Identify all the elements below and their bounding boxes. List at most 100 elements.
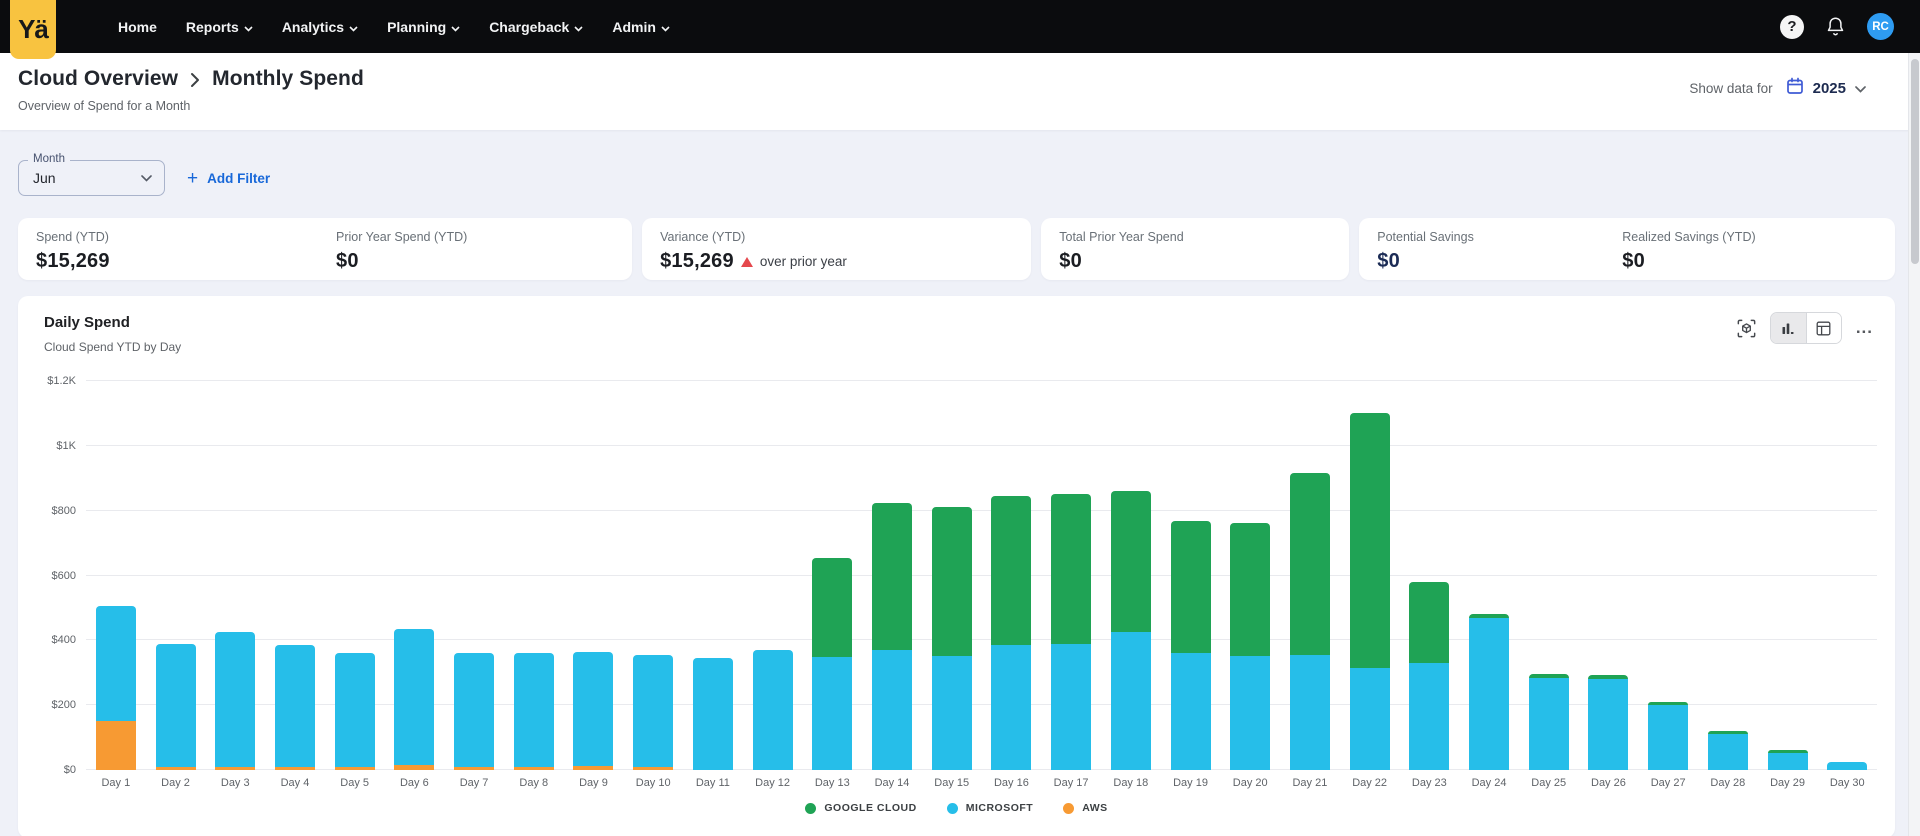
- bar-day-30[interactable]: [1827, 762, 1867, 770]
- bar-day-16[interactable]: [991, 496, 1031, 770]
- bar-day-1[interactable]: [96, 606, 136, 770]
- year-picker[interactable]: Show data for 2025: [1689, 77, 1866, 100]
- bar-day-6[interactable]: [394, 629, 434, 770]
- bar-segment-microsoft[interactable]: [1768, 753, 1808, 770]
- bar-day-24[interactable]: [1469, 614, 1509, 770]
- bar-segment-microsoft[interactable]: [1290, 655, 1330, 770]
- bar-segment-google-cloud[interactable]: [812, 558, 852, 657]
- bar-segment-microsoft[interactable]: [514, 653, 554, 767]
- bar-segment-microsoft[interactable]: [335, 653, 375, 767]
- notifications-bell-icon[interactable]: [1826, 16, 1845, 37]
- kpi-value-link[interactable]: $0: [1377, 250, 1622, 273]
- bar-segment-google-cloud[interactable]: [1171, 521, 1211, 653]
- bar-segment-microsoft[interactable]: [1469, 618, 1509, 770]
- bar-segment-aws[interactable]: [394, 765, 434, 770]
- month-select[interactable]: Month Jun: [18, 160, 165, 196]
- bar-segment-aws[interactable]: [156, 767, 196, 770]
- nav-item-reports[interactable]: Reports: [186, 19, 253, 35]
- bar-segment-microsoft[interactable]: [1529, 678, 1569, 770]
- bar-day-25[interactable]: [1529, 674, 1569, 770]
- nav-item-analytics[interactable]: Analytics: [282, 19, 358, 35]
- bar-segment-aws[interactable]: [454, 767, 494, 770]
- bar-segment-microsoft[interactable]: [991, 645, 1031, 770]
- page-scrollbar[interactable]: [1908, 53, 1920, 836]
- bar-day-22[interactable]: [1350, 413, 1390, 770]
- bar-day-10[interactable]: [633, 655, 673, 770]
- bar-segment-microsoft[interactable]: [1171, 653, 1211, 770]
- bar-segment-google-cloud[interactable]: [1290, 473, 1330, 655]
- bar-day-4[interactable]: [275, 645, 315, 770]
- bar-segment-google-cloud[interactable]: [932, 507, 972, 655]
- bar-segment-microsoft[interactable]: [872, 650, 912, 770]
- add-filter-button[interactable]: + Add Filter: [187, 169, 270, 188]
- bar-day-11[interactable]: [693, 658, 733, 770]
- bar-segment-aws[interactable]: [215, 767, 255, 770]
- bar-segment-microsoft[interactable]: [454, 653, 494, 767]
- bar-day-7[interactable]: [454, 653, 494, 770]
- bar-segment-microsoft[interactable]: [1051, 644, 1091, 770]
- bar-segment-microsoft[interactable]: [753, 650, 793, 770]
- bar-segment-microsoft[interactable]: [156, 644, 196, 767]
- bar-day-21[interactable]: [1290, 473, 1330, 770]
- bar-segment-aws[interactable]: [573, 766, 613, 770]
- bar-segment-aws[interactable]: [633, 767, 673, 770]
- bar-segment-google-cloud[interactable]: [1051, 494, 1091, 644]
- bar-segment-microsoft[interactable]: [693, 658, 733, 770]
- more-options-icon[interactable]: ...: [1856, 318, 1873, 338]
- bar-chart-view-button[interactable]: [1771, 313, 1806, 343]
- bar-day-3[interactable]: [215, 632, 255, 770]
- page-scrollbar-thumb[interactable]: [1911, 59, 1919, 264]
- bar-day-15[interactable]: [932, 507, 972, 770]
- bar-day-23[interactable]: [1409, 582, 1449, 770]
- table-view-button[interactable]: [1806, 313, 1841, 343]
- bar-segment-microsoft[interactable]: [1230, 656, 1270, 770]
- user-avatar[interactable]: RC: [1867, 13, 1894, 40]
- bar-segment-google-cloud[interactable]: [1409, 582, 1449, 663]
- bar-segment-aws[interactable]: [275, 767, 315, 770]
- app-logo[interactable]: Yä: [10, 0, 56, 59]
- bar-segment-microsoft[interactable]: [1350, 668, 1390, 770]
- bar-segment-microsoft[interactable]: [275, 645, 315, 767]
- bar-day-26[interactable]: [1588, 675, 1628, 770]
- bar-segment-microsoft[interactable]: [96, 606, 136, 721]
- bar-segment-google-cloud[interactable]: [991, 496, 1031, 645]
- bar-segment-aws[interactable]: [335, 767, 375, 770]
- help-icon[interactable]: ?: [1780, 15, 1804, 39]
- bar-day-13[interactable]: [812, 558, 852, 770]
- nav-item-chargeback[interactable]: Chargeback: [489, 19, 583, 35]
- bar-segment-google-cloud[interactable]: [1111, 491, 1151, 632]
- bar-segment-microsoft[interactable]: [1409, 663, 1449, 770]
- bar-day-19[interactable]: [1171, 521, 1211, 770]
- explore-focus-icon[interactable]: [1737, 319, 1756, 338]
- nav-item-planning[interactable]: Planning: [387, 19, 460, 35]
- bar-day-18[interactable]: [1111, 491, 1151, 770]
- bar-segment-microsoft[interactable]: [215, 632, 255, 767]
- bar-day-9[interactable]: [573, 652, 613, 770]
- legend-item-google-cloud[interactable]: GOOGLE CLOUD: [805, 802, 916, 814]
- bar-day-2[interactable]: [156, 644, 196, 770]
- bar-segment-microsoft[interactable]: [932, 656, 972, 770]
- bar-day-12[interactable]: [753, 650, 793, 770]
- legend-item-aws[interactable]: AWS: [1063, 802, 1107, 814]
- bar-segment-microsoft[interactable]: [1708, 734, 1748, 770]
- bar-segment-microsoft[interactable]: [1827, 762, 1867, 770]
- breadcrumb-parent[interactable]: Cloud Overview: [18, 67, 178, 91]
- bar-segment-microsoft[interactable]: [1648, 705, 1688, 770]
- bar-segment-microsoft[interactable]: [1111, 632, 1151, 770]
- nav-item-admin[interactable]: Admin: [612, 19, 670, 35]
- bar-day-20[interactable]: [1230, 523, 1270, 770]
- bar-segment-aws[interactable]: [96, 721, 136, 770]
- bar-day-28[interactable]: [1708, 731, 1748, 770]
- nav-item-home[interactable]: Home: [118, 19, 157, 35]
- bar-segment-google-cloud[interactable]: [872, 503, 912, 650]
- bar-segment-microsoft[interactable]: [573, 652, 613, 766]
- bar-segment-microsoft[interactable]: [633, 655, 673, 768]
- bar-segment-microsoft[interactable]: [812, 657, 852, 770]
- legend-item-microsoft[interactable]: MICROSOFT: [947, 802, 1034, 814]
- bar-segment-microsoft[interactable]: [394, 629, 434, 765]
- bar-day-5[interactable]: [335, 653, 375, 770]
- bar-segment-microsoft[interactable]: [1588, 679, 1628, 770]
- bar-segment-aws[interactable]: [514, 767, 554, 770]
- bar-day-8[interactable]: [514, 653, 554, 770]
- bar-day-29[interactable]: [1768, 750, 1808, 770]
